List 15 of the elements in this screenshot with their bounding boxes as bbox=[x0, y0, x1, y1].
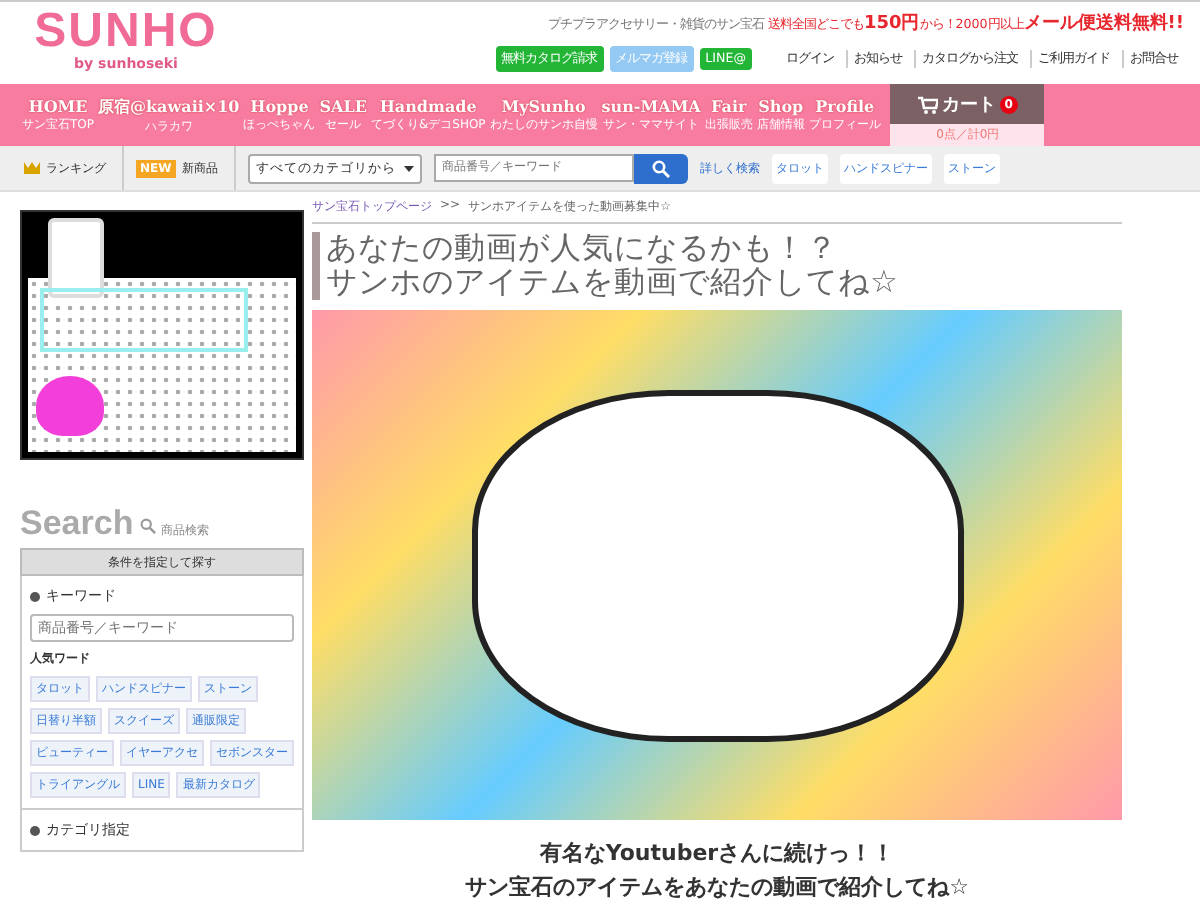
coupon-ad-banner[interactable] bbox=[20, 210, 304, 460]
bullet-icon bbox=[30, 825, 40, 835]
crown-icon bbox=[24, 162, 40, 174]
search-icon bbox=[651, 159, 670, 177]
search-button[interactable] bbox=[633, 153, 688, 183]
page-title: サンホのアイテムを動画で紹介してね☆ bbox=[326, 266, 900, 300]
bullet-icon bbox=[30, 591, 40, 601]
lead-text: 有名なYoutuberさんに続けっ！！ bbox=[537, 838, 897, 870]
cart-icon bbox=[917, 95, 938, 113]
logo[interactable]: SUNHO bbox=[34, 8, 218, 56]
search-heading: Search bbox=[20, 504, 134, 544]
page-title: あなたの動画が人気になるかも！？ bbox=[326, 232, 840, 266]
search-icon bbox=[139, 518, 156, 534]
lead-text: サン宝石のアイテムをあなたの動画で紹介してね☆ bbox=[463, 872, 971, 904]
caret-icon bbox=[403, 165, 414, 171]
